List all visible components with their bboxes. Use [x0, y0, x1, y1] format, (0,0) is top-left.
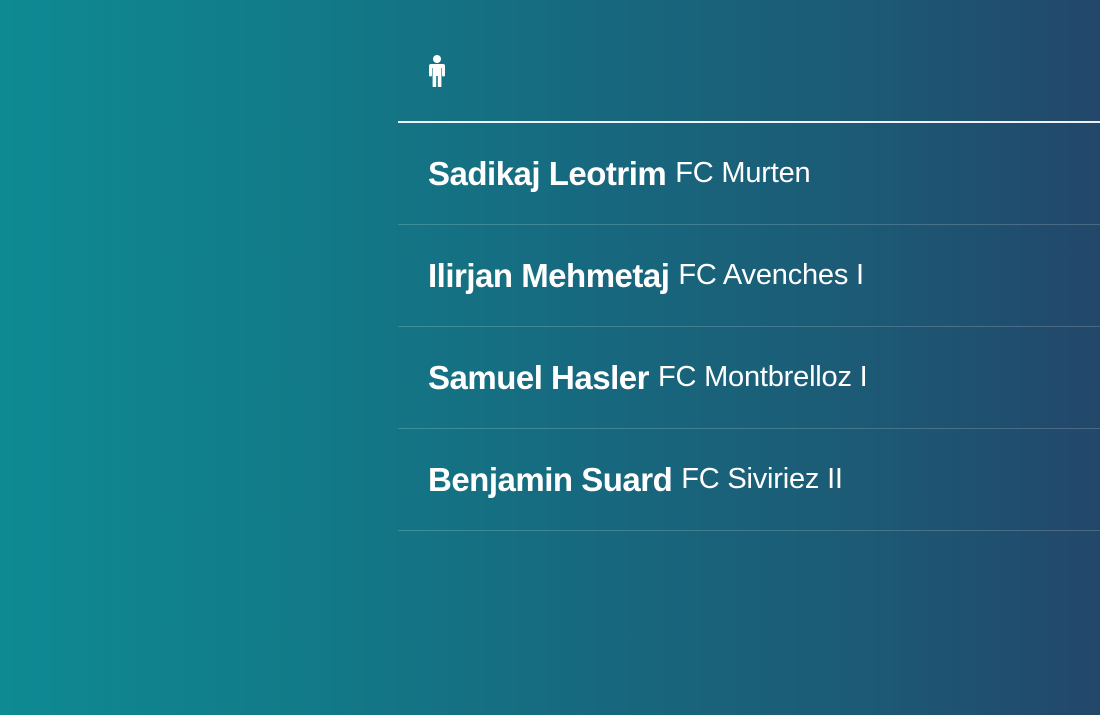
list-item[interactable]: Sadikaj Leotrim FC Murten [398, 123, 1100, 225]
list-item[interactable]: Benjamin Suard FC Siviriez II [398, 429, 1100, 531]
club-name: FC Murten [675, 157, 811, 189]
player-name: Benjamin Suard [428, 460, 673, 498]
list-item[interactable]: Samuel Hasler FC Montbrelloz I [398, 327, 1100, 429]
club-name: FC Siviriez II [681, 463, 843, 495]
list-item[interactable]: Ilirjan Mehmetaj FC Avenches I [398, 225, 1100, 327]
player-name: Ilirjan Mehmetaj [428, 256, 670, 294]
player-name: Samuel Hasler [428, 358, 649, 396]
player-list: Sadikaj Leotrim FC Murten Ilirjan Mehmet… [398, 123, 1100, 531]
person-icon [428, 55, 445, 87]
club-name: FC Avenches I [678, 259, 864, 291]
player-list-panel: Sadikaj Leotrim FC Murten Ilirjan Mehmet… [398, 0, 1100, 715]
player-name: Sadikaj Leotrim [428, 154, 667, 192]
club-name: FC Montbrelloz I [657, 361, 868, 393]
panel-header [398, 0, 1100, 123]
